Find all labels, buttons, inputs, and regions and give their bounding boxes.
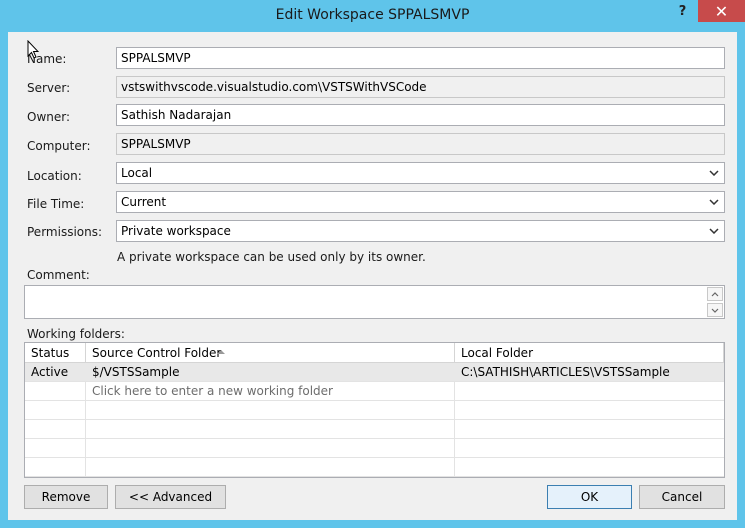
location-label: Location: [27, 169, 82, 183]
owner-field[interactable]: Sathish Nadarajan [116, 104, 725, 126]
edit-workspace-dialog: Edit Workspace SPPALSMVP ? ✕ Name: SPPAL… [0, 0, 745, 528]
chevron-down-icon [706, 221, 722, 241]
comment-label: Comment: [27, 268, 90, 282]
dialog-body: Name: SPPALSMVP Server: vstswithvscode.v… [8, 32, 737, 520]
comment-textarea[interactable] [24, 285, 725, 319]
permissions-select[interactable]: Private workspace [116, 220, 725, 242]
name-field[interactable]: SPPALSMVP [116, 47, 725, 69]
computer-field: SPPALSMVP [116, 133, 725, 155]
cancel-button[interactable]: Cancel [639, 485, 725, 509]
column-header-source[interactable]: Source Control Folder [86, 343, 455, 363]
permissions-value: Private workspace [121, 224, 231, 238]
owner-label: Owner: [27, 110, 71, 124]
scroll-down-icon[interactable] [707, 303, 723, 317]
sort-ascending-icon [217, 350, 225, 354]
cell-status: Active [31, 365, 69, 379]
chevron-down-icon [706, 192, 722, 212]
scroll-up-icon[interactable] [707, 287, 723, 301]
permissions-label: Permissions: [27, 225, 103, 239]
new-working-folder-row[interactable]: Click here to enter a new working folder [25, 382, 724, 401]
cell-source: $/VSTSSample [92, 365, 180, 379]
new-row-prompt: Click here to enter a new working folder [92, 384, 333, 398]
filetime-label: File Time: [27, 197, 85, 211]
advanced-button[interactable]: << Advanced [115, 485, 226, 509]
column-header-local[interactable]: Local Folder [455, 343, 724, 363]
empty-row [25, 439, 724, 458]
filetime-select[interactable]: Current [116, 191, 725, 213]
computer-label: Computer: [27, 139, 91, 153]
location-select[interactable]: Local [116, 162, 725, 184]
dialog-title: Edit Workspace SPPALSMVP [275, 7, 470, 23]
permissions-hint: A private workspace can be used only by … [117, 250, 426, 264]
working-folders-label: Working folders: [27, 327, 125, 341]
help-button[interactable]: ? [667, 0, 698, 22]
server-label: Server: [27, 81, 71, 95]
cell-local: C:\SATHISH\ARTICLES\VSTSSample [461, 365, 670, 379]
working-folders-grid: Status Source Control Folder Local Folde… [24, 342, 725, 478]
ok-button[interactable]: OK [547, 485, 632, 509]
empty-row [25, 420, 724, 439]
remove-button[interactable]: Remove [24, 485, 108, 509]
filetime-value: Current [121, 195, 167, 209]
empty-row [25, 458, 724, 477]
column-header-status[interactable]: Status [25, 343, 86, 363]
server-field: vstswithvscode.visualstudio.com\VSTSWith… [116, 76, 725, 98]
title-bar[interactable]: Edit Workspace SPPALSMVP ? ✕ [0, 0, 745, 32]
table-row[interactable]: Active $/VSTSSample C:\SATHISH\ARTICLES\… [25, 363, 724, 382]
column-header-source-label: Source Control Folder [92, 346, 222, 360]
empty-row [25, 401, 724, 420]
location-value: Local [121, 166, 153, 180]
close-button[interactable]: ✕ [698, 0, 745, 22]
mouse-cursor-icon [27, 40, 39, 59]
chevron-down-icon [706, 163, 722, 183]
